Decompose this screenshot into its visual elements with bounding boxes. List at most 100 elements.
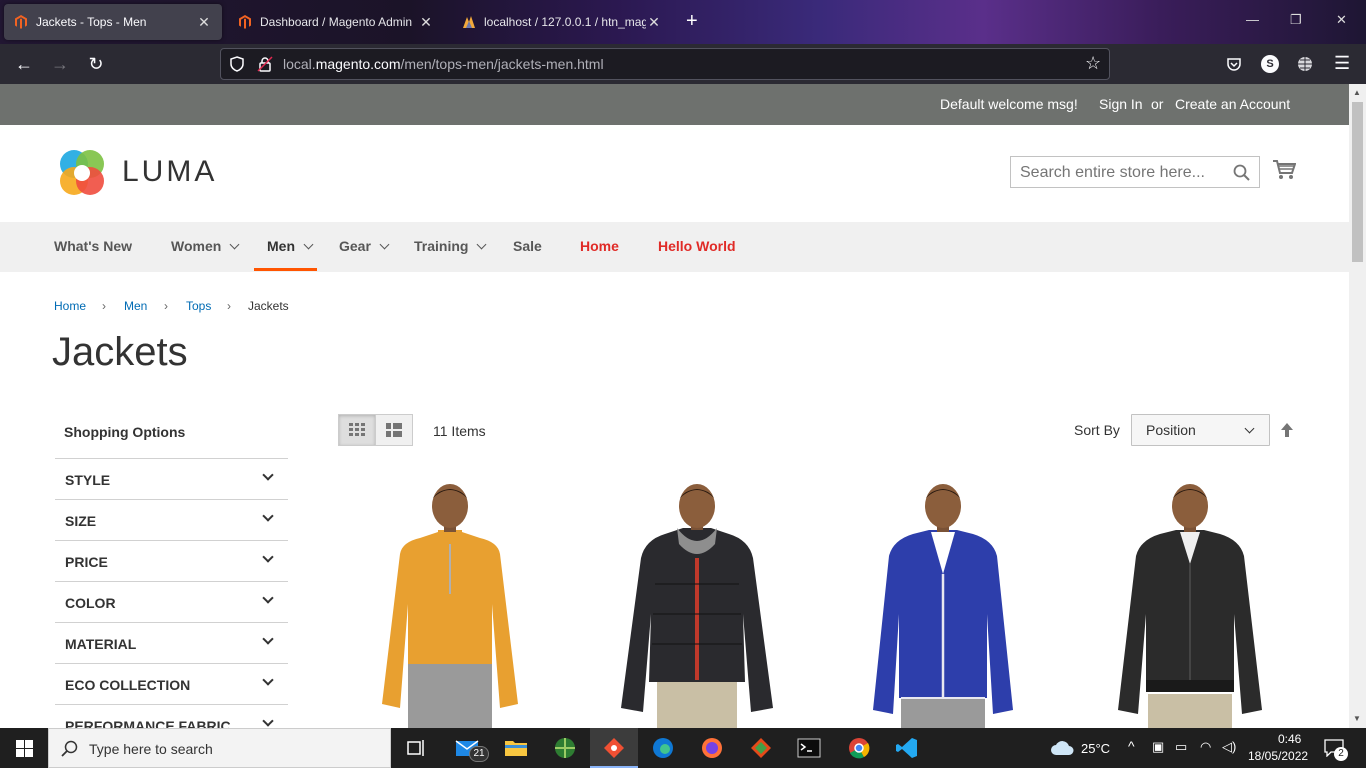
globe-app-icon[interactable] — [553, 736, 577, 760]
file-explorer-icon[interactable] — [504, 736, 528, 760]
page-scrollbar[interactable]: ▲ ▼ — [1349, 84, 1366, 728]
nav-item-hello-world[interactable]: Hello World — [658, 238, 736, 254]
magento-favicon-icon — [239, 15, 251, 29]
nav-item-home[interactable]: Home — [580, 238, 619, 254]
product-card[interactable] — [597, 484, 797, 728]
task-view-icon[interactable] — [405, 736, 429, 760]
meet-now-icon[interactable]: ▣ — [1152, 739, 1164, 755]
address-bar[interactable]: local.magento.com/men/tops-men/jackets-m… — [220, 48, 1110, 80]
new-tab-icon[interactable]: + — [686, 10, 698, 33]
list-view-button[interactable] — [375, 414, 413, 446]
product-image[interactable] — [843, 484, 1043, 728]
filter-performance-fabric[interactable]: PERFORMANCE FABRIC — [55, 704, 288, 728]
tray-expand-icon[interactable]: ^ — [1128, 738, 1135, 754]
store-header: LUMA Search entire store here... — [0, 125, 1349, 222]
chevron-down-icon — [262, 592, 274, 604]
taskbar-search-placeholder: Type here to search — [89, 741, 213, 757]
list-icon — [386, 423, 402, 437]
sort-value: Position — [1146, 422, 1196, 438]
menu-hamburger-icon[interactable]: ☰ — [1334, 53, 1350, 74]
search-placeholder: Search entire store here... — [1020, 164, 1205, 181]
logo-text[interactable]: LUMA — [122, 155, 217, 189]
breadcrumb-home[interactable]: Home — [54, 299, 86, 313]
product-card[interactable] — [843, 484, 1043, 728]
firefox-icon[interactable] — [700, 736, 724, 760]
tab-close-icon[interactable]: ✕ — [418, 14, 434, 31]
sourcetree-icon[interactable] — [749, 736, 773, 760]
scroll-down-icon[interactable]: ▼ — [1353, 714, 1361, 723]
nav-item-sale[interactable]: Sale — [513, 238, 542, 254]
sort-select[interactable]: Position — [1131, 414, 1270, 446]
browser-tab-active[interactable]: Jackets - Tops - Men ✕ — [4, 4, 222, 40]
chevron-down-icon — [262, 633, 274, 645]
nav-item-women[interactable]: Women — [171, 238, 240, 254]
product-image[interactable] — [597, 484, 797, 728]
nav-item-gear[interactable]: Gear — [339, 238, 390, 254]
minimize-icon[interactable]: — — [1246, 12, 1259, 27]
tab-bar: Jackets - Tops - Men ✕ Dashboard / Magen… — [0, 0, 1366, 44]
sort-direction-arrow-icon[interactable] — [1280, 422, 1294, 438]
nav-item-men[interactable]: Men — [267, 238, 314, 254]
product-image[interactable] — [350, 484, 550, 728]
sign-in-link[interactable]: Sign In — [1099, 96, 1143, 112]
back-icon[interactable]: ← — [10, 50, 38, 78]
breadcrumb-tops[interactable]: Tops — [186, 299, 211, 313]
clock-date[interactable]: 18/05/2022 — [1248, 749, 1308, 763]
filter-material[interactable]: MATERIAL — [55, 622, 288, 663]
vscode-icon[interactable] — [895, 736, 919, 760]
tab-label: Dashboard / Magento Admin — [260, 15, 413, 29]
windows-start-icon[interactable] — [16, 740, 33, 757]
wifi-icon[interactable]: ◠ — [1200, 739, 1211, 755]
filter-color[interactable]: COLOR — [55, 581, 288, 622]
search-icon[interactable] — [1233, 164, 1251, 182]
lock-icon[interactable] — [257, 56, 273, 72]
grid-view-button[interactable] — [338, 414, 376, 446]
breadcrumb-separator-icon: › — [164, 299, 168, 313]
taskbar-active-app[interactable] — [590, 728, 638, 768]
cart-icon[interactable] — [1272, 159, 1296, 181]
clock-time[interactable]: 0:46 — [1278, 732, 1301, 746]
battery-icon[interactable]: ▭ — [1175, 739, 1187, 755]
shield-icon[interactable] — [229, 56, 245, 72]
tab-close-icon[interactable]: ✕ — [196, 14, 212, 31]
chevron-down-icon — [229, 239, 240, 250]
weather-cloud-icon[interactable] — [1050, 739, 1074, 757]
main-navigation: What's New Women Men Gear Training Sale … — [0, 222, 1349, 272]
browser-tab[interactable]: localhost / 127.0.0.1 / htn_mag ✕ — [452, 4, 672, 40]
scrollbar-thumb[interactable] — [1352, 102, 1363, 262]
edge-icon[interactable] — [651, 736, 675, 760]
weather-temperature[interactable]: 25°C — [1081, 741, 1110, 756]
window-close-icon[interactable]: ✕ — [1336, 12, 1347, 28]
nav-item-training[interactable]: Training — [414, 238, 487, 254]
globe-extension-icon[interactable] — [1297, 56, 1313, 72]
tab-label: Jackets - Tops - Men — [36, 15, 147, 29]
product-image[interactable] — [1090, 484, 1290, 728]
profile-avatar[interactable]: S — [1261, 55, 1279, 73]
tab-close-icon[interactable]: ✕ — [646, 14, 662, 31]
breadcrumb-men[interactable]: Men — [124, 299, 147, 313]
scroll-up-icon[interactable]: ▲ — [1353, 88, 1361, 97]
browser-tab[interactable]: Dashboard / Magento Admin ✕ — [228, 4, 444, 40]
filter-size[interactable]: SIZE — [55, 499, 288, 540]
volume-icon[interactable]: ◁) — [1222, 739, 1236, 755]
filter-price[interactable]: PRICE — [55, 540, 288, 581]
create-account-link[interactable]: Create an Account — [1175, 96, 1290, 112]
chevron-down-icon — [262, 715, 274, 727]
filter-style[interactable]: STYLE — [55, 458, 288, 499]
forward-icon[interactable]: → — [46, 50, 74, 78]
taskbar-search-input[interactable]: Type here to search — [48, 728, 391, 768]
restore-icon[interactable]: ❐ — [1290, 12, 1302, 28]
product-card[interactable] — [350, 484, 550, 728]
search-input[interactable]: Search entire store here... — [1010, 156, 1260, 188]
tab-label: localhost / 127.0.0.1 / htn_mag — [484, 15, 646, 29]
luma-logo-icon[interactable] — [56, 147, 108, 199]
bookmark-star-icon[interactable]: ☆ — [1085, 53, 1101, 74]
filter-eco-collection[interactable]: ECO COLLECTION — [55, 663, 288, 704]
chrome-icon[interactable] — [847, 736, 871, 760]
breadcrumb-separator-icon: › — [227, 299, 231, 313]
product-card[interactable] — [1090, 484, 1290, 728]
terminal-icon[interactable] — [797, 736, 821, 760]
pocket-icon[interactable] — [1226, 56, 1242, 72]
reload-icon[interactable]: ↻ — [82, 50, 110, 78]
nav-item-whats-new[interactable]: What's New — [54, 238, 132, 254]
